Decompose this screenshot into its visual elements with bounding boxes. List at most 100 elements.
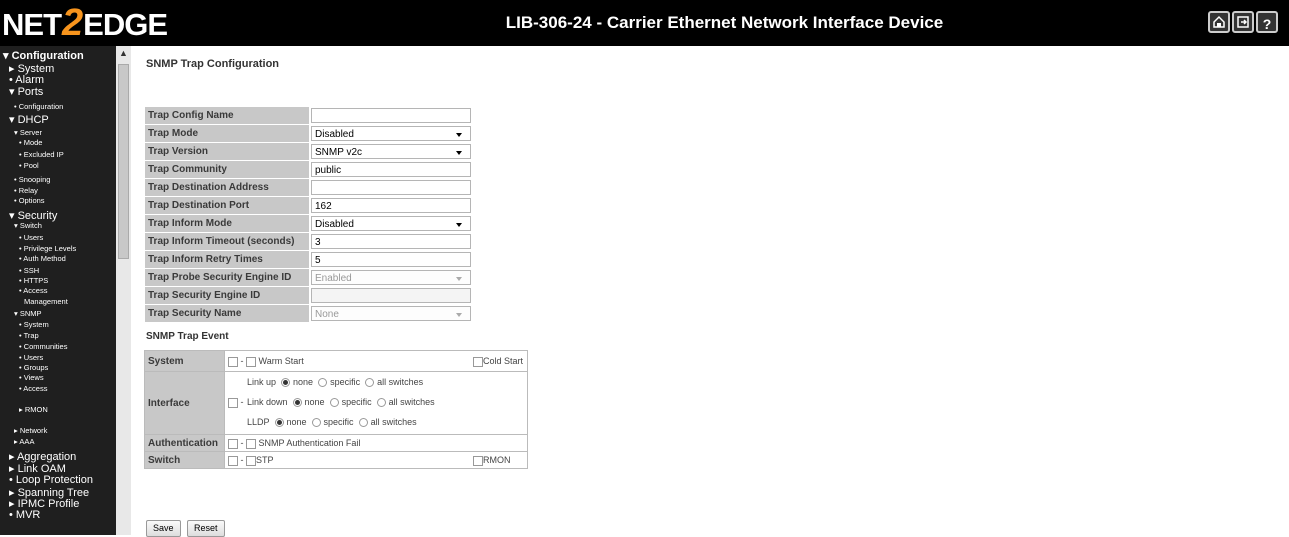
event-row-interface: Interface - Link up none specific all switc… — [144, 371, 528, 435]
sidebar-item[interactable]: • Trap — [19, 331, 39, 340]
sidebar-item[interactable]: ▾ Switch — [14, 221, 42, 230]
interface-radio[interactable] — [292, 398, 302, 408]
cold-start-checkbox[interactable] — [473, 356, 483, 367]
scrollbar-thumb[interactable] — [118, 64, 129, 259]
config-label: Trap Destination Address — [144, 178, 310, 197]
config-input[interactable] — [311, 108, 471, 123]
config-row: Trap Version SNMP v2c — [144, 142, 480, 161]
interface-radio[interactable] — [318, 378, 328, 388]
help-icon[interactable]: ? — [1256, 11, 1278, 33]
interface-option-row: LLDP none specific all switches — [247, 417, 417, 428]
sidebar-nav: ▾ Configuration ▸ System • Alarm ▾ Ports • C… — [0, 46, 131, 535]
sidebar-item[interactable]: • MVR — [9, 509, 40, 521]
scroll-up-icon[interactable]: ▲ — [119, 48, 128, 58]
switch-all-checkbox[interactable] — [228, 455, 238, 466]
interface-radio[interactable] — [365, 378, 375, 388]
config-select[interactable]: SNMP v2c — [311, 144, 471, 159]
sidebar-item[interactable]: ▾ DHCP — [9, 113, 49, 126]
stp-checkbox[interactable] — [246, 455, 257, 466]
sidebar-item[interactable]: • Auth Method — [19, 254, 66, 263]
logout-icon[interactable] — [1232, 11, 1254, 33]
sidebar-item[interactable]: • SSH — [19, 266, 39, 275]
config-row: Trap Inform Retry Times 5 — [144, 250, 480, 269]
sidebar-item[interactable]: • Users — [19, 233, 43, 242]
warm-start-checkbox[interactable] — [246, 356, 257, 367]
sidebar-item[interactable]: • Access — [19, 286, 47, 295]
sidebar-item[interactable]: • HTTPS — [19, 276, 48, 285]
event-label-authentication: Authentication — [144, 434, 225, 452]
interface-radio-label: all switches — [388, 397, 435, 407]
interface-radio[interactable] — [329, 398, 339, 408]
event-row-authentication: Authentication - SNMP Authentication Fai… — [144, 434, 528, 452]
sidebar-item[interactable]: • System — [19, 320, 49, 329]
sidebar-item[interactable]: • Groups — [19, 363, 48, 372]
sidebar-item[interactable]: • Access — [19, 384, 47, 393]
sidebar-item[interactable]: ▾ Ports — [9, 85, 43, 98]
sidebar-item[interactable]: ▸ Network — [14, 426, 47, 435]
rmon-checkbox[interactable] — [473, 455, 483, 466]
auth-all-checkbox[interactable] — [228, 438, 238, 449]
interface-radio[interactable] — [311, 418, 321, 428]
interface-option-label: LLDP — [247, 417, 270, 427]
config-row: Trap Mode Disabled — [144, 124, 480, 143]
interface-radio-label: specific — [330, 377, 361, 387]
sidebar-item[interactable]: ▸ RMON — [19, 405, 48, 414]
event-label-interface: Interface — [144, 371, 225, 435]
config-label: Trap Version — [144, 142, 310, 161]
save-button[interactable]: Save — [146, 520, 181, 537]
trap-config-table: Trap Config Name Trap Mode Disabled Trap Ve… — [144, 106, 480, 323]
sidebar-item[interactable]: • Snooping — [14, 175, 50, 184]
config-label: Trap Mode — [144, 124, 310, 143]
interface-radio-label: specific — [341, 397, 372, 407]
config-label: Trap Community — [144, 160, 310, 179]
sidebar-item[interactable]: ▸ AAA — [14, 437, 34, 446]
interface-radio-label: specific — [323, 417, 354, 427]
config-row: Trap Security Name None — [144, 304, 480, 323]
interface-radio[interactable] — [376, 398, 386, 408]
config-input[interactable]: 162 — [311, 198, 471, 213]
config-input[interactable]: 3 — [311, 234, 471, 249]
reset-button[interactable]: Reset — [187, 520, 225, 537]
config-select: None — [311, 306, 471, 321]
warm-start-label: Warm Start — [258, 356, 304, 366]
config-label: Trap Inform Timeout (seconds) — [144, 232, 310, 251]
interface-radio[interactable] — [358, 418, 368, 428]
config-row: Trap Probe Security Engine ID Enabled — [144, 268, 480, 287]
sidebar-item[interactable]: • Views — [19, 373, 44, 382]
interface-option-row: Link down none specific all switches — [247, 397, 435, 408]
config-input[interactable] — [311, 180, 471, 195]
sidebar-item[interactable]: • Excluded IP — [19, 150, 64, 159]
sidebar-item[interactable]: • Relay — [14, 186, 38, 195]
sidebar-item[interactable]: • Loop Protection — [9, 474, 93, 486]
trap-event-table: System - Warm Start Cold Start Interface… — [144, 350, 528, 469]
sidebar-item[interactable]: ▾ SNMP — [14, 309, 42, 318]
sidebar-item[interactable]: • Mode — [19, 138, 42, 147]
interface-radio[interactable] — [281, 378, 291, 388]
interface-all-checkbox[interactable] — [228, 397, 238, 408]
snmp-auth-fail-checkbox[interactable] — [246, 438, 257, 449]
config-input[interactable]: 5 — [311, 252, 471, 267]
config-row: Trap Destination Port 162 — [144, 196, 480, 215]
config-select[interactable]: Disabled — [311, 216, 471, 231]
event-row-switch: Switch - STP RMON — [144, 451, 528, 469]
sidebar-item[interactable]: • Privilege Levels — [19, 244, 76, 253]
interface-radio-label: none — [293, 377, 314, 387]
home-icon[interactable] — [1208, 11, 1230, 33]
sidebar-item[interactable]: • Configuration — [14, 102, 63, 111]
config-select[interactable]: Disabled — [311, 126, 471, 141]
sidebar-item[interactable]: ▾ Configuration — [3, 49, 84, 62]
interface-radio-label: all switches — [377, 377, 424, 387]
sidebar-item[interactable]: • Users — [19, 353, 43, 362]
interface-radio[interactable] — [274, 418, 284, 428]
sidebar-scrollbar[interactable]: ▲ — [116, 46, 131, 535]
sidebar-item[interactable]: ▾ Server — [14, 128, 42, 137]
rmon-label: RMON — [483, 455, 511, 465]
sidebar-item[interactable]: • Communities — [19, 342, 67, 351]
sidebar-item[interactable]: • Pool — [19, 161, 39, 170]
sidebar-item[interactable]: Management — [24, 297, 68, 306]
sidebar-item[interactable]: • Options — [14, 196, 45, 205]
config-input — [311, 288, 471, 303]
config-select: Enabled — [311, 270, 471, 285]
system-all-checkbox[interactable] — [228, 356, 238, 367]
config-input[interactable]: public — [311, 162, 471, 177]
